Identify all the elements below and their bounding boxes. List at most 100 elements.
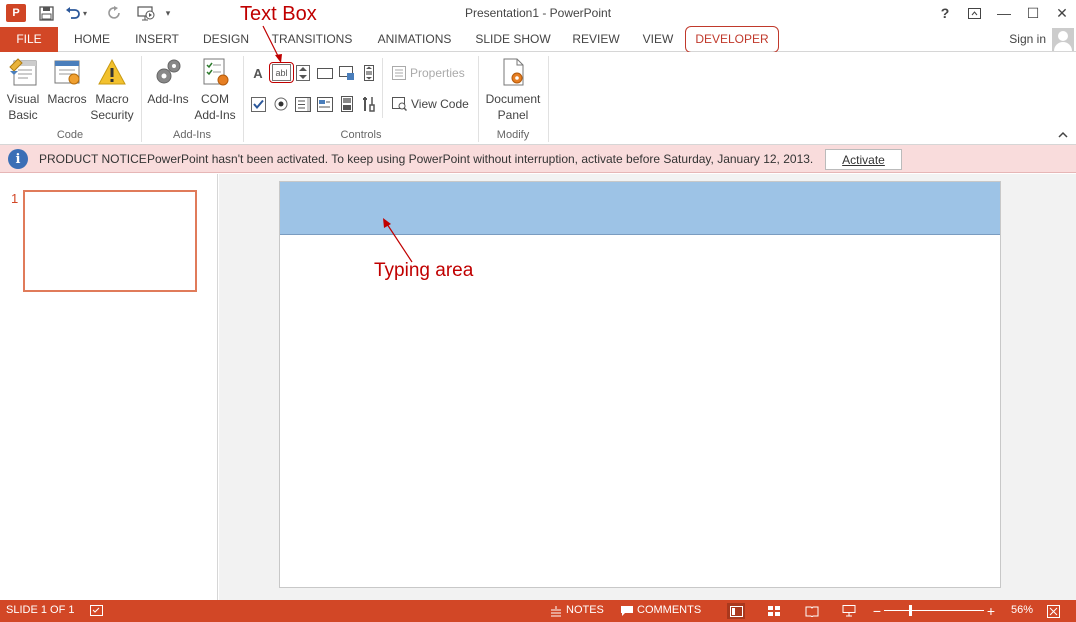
properties-button[interactable]: Properties (392, 66, 465, 80)
title-bar: P ▾ ▾ Presentation1 - PowerPoint ? — ☐ ✕ (0, 0, 1076, 27)
check-box-control-icon[interactable] (249, 95, 267, 113)
macro-security-button[interactable]: Macro Security (90, 56, 134, 123)
tab-slide-show[interactable]: SLIDE SHOW (474, 27, 552, 52)
slide-canvas[interactable] (279, 181, 1001, 588)
activate-button[interactable]: Activate (825, 149, 902, 170)
comments-button[interactable]: COMMENTS (637, 604, 701, 616)
comments-icon[interactable] (619, 603, 635, 619)
visual-basic-label-2: Basic (8, 108, 38, 122)
slide-info: SLIDE 1 OF 1 (6, 604, 75, 616)
notice-title: PRODUCT NOTICE (39, 152, 147, 166)
gears-icon (152, 56, 184, 88)
combo-box-control-icon[interactable] (316, 95, 334, 113)
list-box-control-icon[interactable] (294, 95, 312, 113)
document-panel-label-2: Panel (497, 108, 529, 122)
status-bar: SLIDE 1 OF 1 NOTES COMMENTS − + 56% (0, 600, 1076, 622)
fit-slide-icon[interactable] (1045, 603, 1061, 619)
view-code-icon (392, 97, 407, 111)
slide-thumbnail-pane: 1 (0, 174, 218, 600)
tab-review[interactable]: REVIEW (570, 27, 622, 52)
spin-button-control-icon[interactable] (294, 64, 312, 82)
tab-view[interactable]: VIEW (639, 27, 677, 52)
com-add-ins-button[interactable]: COM Add-Ins (193, 56, 237, 123)
close-button[interactable]: ✕ (1048, 3, 1076, 23)
tab-transitions[interactable]: TRANSITIONS (270, 27, 354, 52)
ribbon-display-options-icon[interactable] (960, 3, 988, 23)
minimize-button[interactable]: — (990, 3, 1018, 23)
macros-button[interactable]: Macros (46, 56, 88, 107)
normal-view-icon[interactable] (727, 603, 745, 619)
option-button-control-icon[interactable] (272, 95, 290, 113)
info-icon: i (8, 149, 28, 169)
window-title: Presentation1 - PowerPoint (464, 6, 612, 20)
notice-message: PowerPoint hasn't been activated. To kee… (147, 152, 814, 166)
sign-in-link[interactable]: Sign in (1009, 27, 1046, 52)
slide-number: 1 (11, 191, 19, 206)
controls-inner-separator (382, 58, 383, 118)
reading-view-icon[interactable] (804, 603, 820, 619)
avatar[interactable] (1052, 28, 1074, 51)
visual-basic-button[interactable]: Visual Basic (4, 56, 42, 123)
zoom-out-icon[interactable]: − (869, 603, 885, 619)
group-separator (243, 56, 244, 142)
zoom-level[interactable]: 56% (1011, 604, 1033, 616)
document-panel-label-1: Document (485, 92, 541, 106)
slide-thumbnail[interactable] (23, 190, 197, 292)
group-label-code: Code (56, 129, 84, 141)
slide-editor (219, 174, 1076, 600)
tab-home[interactable]: HOME (69, 27, 115, 52)
toggle-button-control-icon[interactable] (338, 95, 356, 113)
tab-file[interactable]: FILE (0, 27, 58, 52)
com-add-ins-label-1: COM (201, 92, 229, 106)
properties-label: Properties (410, 66, 465, 80)
zoom-in-icon[interactable]: + (983, 603, 999, 619)
slide-show-icon[interactable] (841, 603, 857, 619)
ribbon-tabs: FILE HOME INSERT DESIGN TRANSITIONS ANIM… (0, 26, 1076, 53)
zoom-slider-thumb[interactable] (909, 605, 912, 616)
collapse-ribbon-icon[interactable] (1058, 130, 1068, 141)
command-button-control-icon[interactable] (316, 64, 334, 82)
com-add-ins-label-2: Add-Ins (194, 108, 236, 122)
properties-icon (392, 66, 406, 80)
maximize-button[interactable]: ☐ (1019, 3, 1047, 23)
view-code-button[interactable]: View Code (392, 97, 469, 111)
group-separator (141, 56, 142, 142)
group-label-modify: Modify (496, 129, 530, 141)
document-panel-button[interactable]: Document Panel (482, 56, 544, 123)
add-ins-label: Add-Ins (147, 92, 189, 106)
notes-icon[interactable] (548, 603, 564, 619)
view-code-label: View Code (411, 97, 469, 111)
help-button[interactable]: ? (931, 3, 959, 23)
spell-check-icon[interactable] (89, 603, 105, 619)
tab-insert[interactable]: INSERT (132, 27, 182, 52)
scroll-bar-control-icon[interactable] (360, 64, 378, 82)
group-separator (478, 56, 479, 142)
more-controls-icon[interactable] (360, 95, 378, 113)
tab-developer[interactable]: DEVELOPER (685, 26, 779, 53)
activate-label: Activate (842, 152, 885, 167)
group-separator (548, 56, 549, 142)
ribbon-developer: Visual Basic Macros Macro Security Code … (0, 52, 1076, 145)
zoom-slider[interactable] (884, 610, 984, 611)
product-notice-bar: i PRODUCT NOTICE PowerPoint hasn't been … (0, 145, 1076, 173)
tab-animations[interactable]: ANIMATIONS (372, 27, 457, 52)
warning-icon (96, 56, 128, 88)
image-control-icon[interactable] (338, 64, 356, 82)
annotation-typing-area: Typing area (374, 260, 474, 281)
group-label-controls: Controls (340, 129, 382, 141)
text-box-highlight (269, 62, 294, 83)
notes-button[interactable]: NOTES (566, 604, 604, 616)
com-add-ins-icon (199, 56, 231, 88)
tab-design[interactable]: DESIGN (199, 27, 253, 52)
macros-label: Macros (47, 92, 87, 106)
group-label-add-ins: Add-Ins (173, 129, 211, 141)
annotation-text-box: Text Box (240, 3, 317, 25)
slide-sorter-icon[interactable] (766, 603, 782, 619)
label-control-icon[interactable]: A (249, 64, 267, 82)
visual-basic-icon (7, 56, 39, 88)
add-ins-button[interactable]: Add-Ins (145, 56, 191, 107)
visual-basic-label-1: Visual (6, 92, 40, 106)
macros-icon (51, 56, 83, 88)
text-box-typing-area[interactable] (280, 182, 1000, 235)
document-panel-icon (497, 56, 529, 88)
